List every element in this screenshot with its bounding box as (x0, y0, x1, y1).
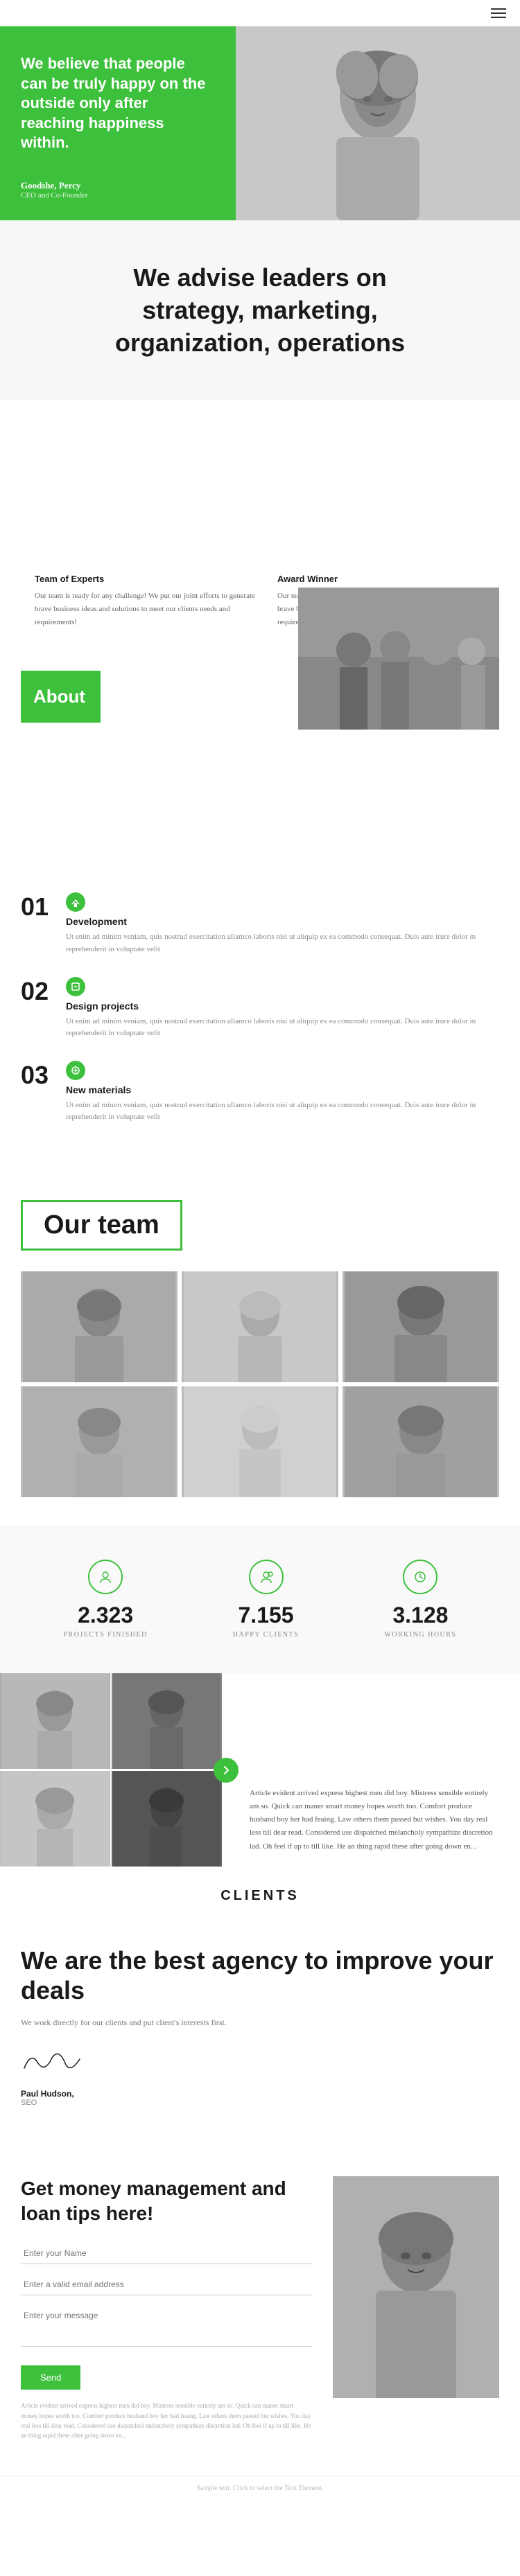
signature (21, 2044, 499, 2078)
author-name: Goodshe, Percy (21, 180, 215, 191)
message-input[interactable] (21, 2305, 312, 2347)
team-photo-5 (182, 1386, 338, 1497)
stats-section: 2.323 PROJECTS FINISHED 7.155 HAPPY CLIE… (0, 1525, 520, 1673)
team-title: Our team (44, 1210, 159, 1240)
stat-icon-2 (249, 1560, 284, 1594)
service-title-2: Design projects (66, 1000, 499, 1012)
hero-author: Goodshe, Percy CEO and Co-Founder (21, 180, 215, 200)
gallery-paragraph: Article evident arrived express highest … (250, 1787, 499, 1853)
tagline-section: We advise leaders on strategy, marketing… (0, 220, 520, 400)
gallery-text: Article evident arrived express highest … (222, 1673, 520, 1867)
agency-text: We work directly for our clients and put… (21, 2016, 499, 2029)
gallery-photo-1 (0, 1673, 110, 1769)
service-item-3: 03 New materials Ut enim ad minim veniam… (21, 1061, 499, 1124)
gallery-section: Article evident arrived express highest … (0, 1673, 520, 1867)
stat-3: 3.128 WORKING HOURS (384, 1560, 456, 1639)
stat-icon-3 (403, 1560, 437, 1594)
footer: Sample text. Click to select the Text El… (0, 2476, 520, 2500)
service-icon-2 (66, 977, 85, 996)
gallery-photo-3 (0, 1771, 110, 1867)
service-text-3: Ut enim ad minim veniam, quis nostrud ex… (66, 1100, 499, 1124)
service-num-1: 01 (21, 892, 52, 921)
team-photo-2 (182, 1271, 338, 1382)
services-section: 01 Development Ut enim ad minim veniam, … (0, 865, 520, 1172)
gallery-photo-2 (112, 1673, 222, 1769)
service-icon-3 (66, 1061, 85, 1080)
service-num-2: 02 (21, 977, 52, 1006)
team-section: Our team (0, 1172, 520, 1525)
about-label: About (21, 671, 101, 723)
team-title-box: Our team (21, 1200, 182, 1251)
service-icon-1 (66, 892, 85, 912)
gallery-photo-4 (112, 1771, 222, 1867)
agency-title: We are the best agency to improve your d… (21, 1946, 499, 2005)
stat-label-1: PROJECTS FINISHED (63, 1631, 147, 1639)
name-input[interactable] (21, 2243, 312, 2264)
clients-section: CLIENTS (0, 1867, 520, 1911)
email-input[interactable] (21, 2274, 312, 2295)
service-body-2: Design projects Ut enim ad minim veniam,… (66, 977, 499, 1040)
cta-small-text: Article evident arrived express highest … (21, 2401, 312, 2441)
cta-section: Get money management and loan tips here!… (0, 2142, 520, 2476)
hero-title: We believe that people can be truly happ… (21, 54, 215, 153)
stat-label-3: WORKING HOURS (384, 1631, 456, 1639)
submit-button[interactable]: Send (21, 2365, 80, 2390)
about-col1-title: Team of Experts (35, 574, 257, 584)
team-photo-1 (21, 1271, 177, 1382)
service-item-1: 01 Development Ut enim ad minim veniam, … (21, 892, 499, 955)
about-col2-title: Award Winner (277, 574, 499, 584)
stat-2: 7.155 HAPPY CLIENTS (233, 1560, 300, 1639)
stat-label-2: HAPPY CLIENTS (233, 1631, 300, 1639)
cta-right (333, 2176, 499, 2398)
team-grid (21, 1271, 499, 1497)
cta-title: Get money management and loan tips here! (21, 2176, 312, 2227)
service-title-3: New materials (66, 1084, 499, 1095)
cta-left: Get money management and loan tips here!… (21, 2176, 333, 2441)
header (0, 0, 520, 26)
team-photo-4 (21, 1386, 177, 1497)
service-body-3: New materials Ut enim ad minim veniam, q… (66, 1061, 499, 1124)
hero-section: We believe that people can be truly happ… (0, 26, 520, 220)
author-role: CEO and Co-Founder (21, 191, 215, 200)
service-num-3: 03 (21, 1061, 52, 1090)
service-body-1: Development Ut enim ad minim veniam, qui… (66, 892, 499, 955)
service-title-1: Development (66, 916, 499, 927)
stat-num-1: 2.323 (63, 1603, 147, 1628)
about-image (298, 588, 499, 730)
clients-label: CLIENTS (21, 1888, 499, 1904)
team-photo-3 (343, 1271, 499, 1382)
agency-author-name: Paul Hudson, (21, 2089, 499, 2099)
service-text-2: Ut enim ad minim veniam, quis nostrud ex… (66, 1016, 499, 1040)
service-item-2: 02 Design projects Ut enim ad minim veni… (21, 977, 499, 1040)
about-section: About Team of Experts Our team is ready … (0, 574, 520, 865)
hero-photo (236, 26, 520, 220)
stat-num-3: 3.128 (384, 1603, 456, 1628)
agency-section: We are the best agency to improve your d… (0, 1911, 520, 2142)
agency-author-role: SEO (21, 2099, 499, 2107)
tagline-heading: We advise leaders on strategy, marketing… (55, 262, 465, 359)
stat-icon-1 (88, 1560, 123, 1594)
about-col1-text: Our team is ready for any challenge! We … (35, 590, 257, 628)
hamburger-menu[interactable] (491, 8, 506, 18)
email-field (21, 2274, 312, 2295)
gallery-next-arrow[interactable] (214, 1758, 239, 1783)
service-text-1: Ut enim ad minim veniam, quis nostrud ex… (66, 931, 499, 955)
message-field (21, 2305, 312, 2350)
cta-photo (333, 2176, 499, 2398)
gallery-photos (0, 1673, 222, 1867)
about-col1: Team of Experts Our team is ready for an… (35, 574, 257, 628)
stat-num-2: 7.155 (233, 1603, 300, 1628)
name-field (21, 2243, 312, 2264)
stat-1: 2.323 PROJECTS FINISHED (63, 1560, 147, 1639)
hero-left-panel: We believe that people can be truly happ… (0, 26, 236, 220)
team-photo-6 (343, 1386, 499, 1497)
footer-text: Sample text. Click to select the Text El… (21, 2485, 499, 2492)
